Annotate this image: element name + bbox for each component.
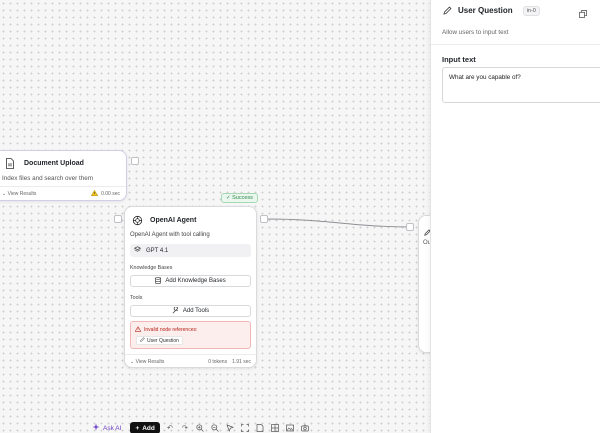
token-count: 0 tokens (208, 359, 228, 365)
wrench-icon (172, 306, 179, 316)
bottom-toolbar: Ask AI + Add ↶ ↷ (88, 420, 310, 433)
model-selector[interactable]: GPT 4.1 (130, 244, 251, 257)
panel-header: User Question in-0 ⋮ (431, 0, 600, 21)
run-time: 1.91 sec (232, 359, 251, 365)
error-message: Invalid node references: User Question (130, 321, 251, 349)
image-icon[interactable] (285, 423, 295, 433)
input-text-field[interactable]: What are you capable of? (442, 67, 600, 103)
openai-logo-icon (131, 214, 144, 227)
pointer-icon[interactable] (225, 423, 235, 433)
panel-title: User Question (458, 6, 513, 15)
fit-view-icon[interactable] (240, 423, 250, 433)
more-options-icon[interactable]: ⋮ (596, 5, 600, 23)
sparkle-icon (92, 423, 100, 433)
output-handle[interactable] (131, 157, 139, 165)
plus-icon: + (135, 424, 140, 432)
camera-icon[interactable] (300, 423, 310, 433)
node-settings-panel: User Question in-0 ⋮ Allow users to inpu… (430, 0, 600, 433)
input-text-label: Input text (442, 55, 476, 64)
add-node-button[interactable]: + Add (130, 422, 160, 433)
pencil-icon (443, 2, 452, 20)
node-footer: ⌄ View Results 0 tokens 1.91 sec (125, 354, 256, 367)
output-handle[interactable] (260, 215, 268, 223)
node-reference-chip[interactable]: User Question (136, 336, 183, 345)
knowledge-bases-label: Knowledge Bases (130, 265, 173, 271)
zoom-in-icon[interactable] (195, 423, 205, 433)
panel-description: Allow users to input text (442, 29, 509, 36)
document-upload-node[interactable]: Document Upload Index files and search o… (0, 150, 127, 201)
pencil-icon (140, 337, 145, 344)
zoom-out-icon[interactable] (210, 423, 220, 433)
add-tools-button[interactable]: Add Tools (130, 305, 251, 317)
node-description: Index files and search over them (2, 175, 94, 182)
node-title: Document Upload (24, 160, 84, 167)
divider (431, 44, 600, 45)
ask-ai-button[interactable]: Ask AI (88, 421, 125, 433)
view-results-toggle[interactable]: ⌄ View Results (2, 191, 36, 197)
add-knowledge-bases-button[interactable]: Add Knowledge Bases (130, 275, 251, 287)
status-badge: ✓ Success (221, 193, 258, 203)
database-icon (155, 276, 162, 286)
document-icon (3, 157, 16, 170)
view-results-toggle[interactable]: ⌄ View Results (130, 359, 164, 365)
node-footer: ⌄ View Results 0.00 sec (0, 186, 126, 200)
node-id-badge: in-0 (522, 5, 540, 16)
copy-icon[interactable] (579, 5, 587, 23)
redo-icon[interactable]: ↷ (180, 423, 190, 433)
model-name: GPT 4.1 (146, 247, 169, 254)
warning-icon (90, 189, 99, 198)
run-time: 0.00 sec (101, 191, 120, 197)
note-icon[interactable] (255, 423, 265, 433)
node-description: OpenAI Agent with tool calling (130, 232, 210, 238)
openai-agent-node[interactable]: OpenAI Agent OpenAI Agent with tool call… (124, 206, 257, 368)
node-title: OpenAI Agent (150, 217, 197, 224)
tools-label: Tools (130, 295, 143, 301)
warning-icon (134, 326, 142, 334)
input-handle[interactable] (406, 223, 414, 231)
layers-icon (133, 246, 142, 255)
input-handle[interactable] (114, 215, 122, 223)
undo-icon[interactable]: ↶ (165, 423, 175, 433)
layout-icon[interactable] (270, 423, 280, 433)
